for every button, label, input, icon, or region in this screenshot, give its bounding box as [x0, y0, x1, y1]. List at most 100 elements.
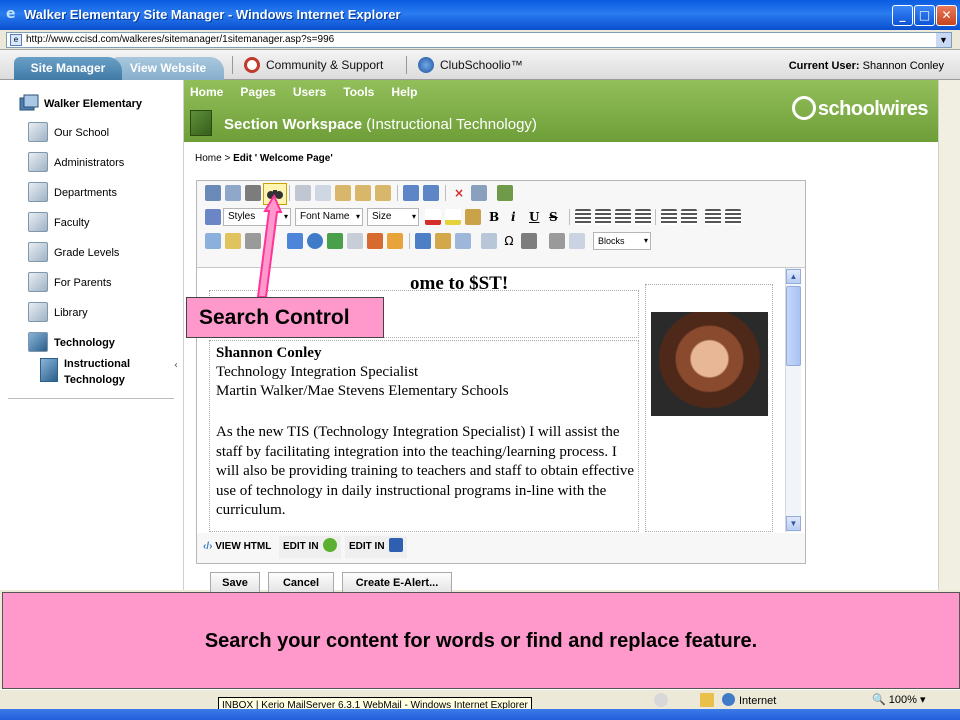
delete-icon[interactable]: ×	[451, 185, 467, 201]
cut-icon[interactable]	[295, 185, 311, 201]
paste-word-icon[interactable]	[375, 185, 391, 201]
hr-icon[interactable]	[549, 233, 565, 249]
minimize-button[interactable]: _	[892, 5, 913, 26]
numbered-list-icon[interactable]	[661, 209, 677, 225]
accessibility-icon[interactable]	[521, 233, 537, 249]
menu-help[interactable]: Help	[391, 85, 417, 99]
sidebar-item-departments[interactable]: Departments	[28, 182, 117, 202]
collapse-sidebar-icon[interactable]: ‹	[174, 360, 178, 371]
table-edit-icon[interactable]	[435, 233, 451, 249]
page-scrollbar[interactable]	[938, 80, 960, 590]
font-name-select[interactable]: Font Name ▾	[295, 208, 363, 226]
select-all-icon[interactable]	[471, 185, 487, 201]
italic-button[interactable]: i	[511, 209, 516, 225]
save-button[interactable]: Save	[210, 572, 260, 594]
edit-icon[interactable]	[225, 233, 241, 249]
format-painter-icon[interactable]	[465, 209, 481, 225]
toolbar-separator	[655, 209, 656, 225]
symbol-icon[interactable]: Ω	[501, 233, 517, 249]
justify-icon[interactable]	[635, 209, 651, 225]
strikethrough-button[interactable]: S	[549, 209, 558, 225]
sidebar-item-library[interactable]: Library	[28, 302, 88, 322]
menu-tools[interactable]: Tools	[343, 85, 374, 99]
edit-in-designer-tab[interactable]: EDIT IN	[279, 536, 341, 558]
link-icon[interactable]	[287, 233, 303, 249]
sidebar-item-label: Our School	[54, 127, 110, 139]
undo-icon[interactable]	[403, 185, 419, 201]
scroll-down-icon[interactable]: ▼	[786, 516, 801, 531]
attachment-icon[interactable]	[245, 233, 261, 249]
close-button[interactable]: ✕	[936, 5, 957, 26]
template-icon[interactable]	[497, 185, 513, 201]
sidebar-item-our-school[interactable]: Our School	[28, 122, 109, 142]
zoom-control[interactable]: 🔍 100% ▾	[872, 693, 926, 706]
table-cell-icon[interactable]	[455, 233, 471, 249]
underline-button[interactable]: U	[529, 209, 539, 225]
search-button[interactable]	[263, 183, 287, 205]
bold-button[interactable]: B	[489, 209, 499, 225]
outdent-icon[interactable]	[725, 209, 741, 225]
document-icon[interactable]	[387, 233, 403, 249]
media-icon[interactable]	[327, 233, 343, 249]
clubschoolio-link[interactable]: ClubSchoolio™	[418, 57, 523, 73]
create-e-alert-button[interactable]: Create E-Alert...	[342, 572, 452, 594]
sidebar-item-label: Faculty	[54, 217, 90, 229]
spellcheck-icon[interactable]	[205, 185, 221, 201]
tab-view-website[interactable]: View Website	[112, 57, 224, 80]
cancel-button[interactable]: Cancel	[268, 572, 334, 594]
scroll-thumb[interactable]	[786, 286, 801, 366]
form-icon[interactable]	[205, 233, 221, 249]
globe-icon[interactable]	[307, 233, 323, 249]
image-properties-icon[interactable]	[481, 233, 497, 249]
style-icon[interactable]	[205, 209, 221, 225]
sidebar-item-grade-levels[interactable]: Grade Levels	[28, 242, 119, 262]
align-center-icon[interactable]	[595, 209, 611, 225]
align-left-icon[interactable]	[575, 209, 591, 225]
preview-icon[interactable]	[225, 185, 241, 201]
current-user: Current User: Shannon Conley	[789, 60, 944, 72]
copy-icon[interactable]	[315, 185, 331, 201]
sidebar-item-technology[interactable]: Technology	[28, 332, 115, 352]
print-icon[interactable]	[245, 185, 261, 201]
menu-pages[interactable]: Pages	[240, 85, 275, 99]
eraser-icon[interactable]	[569, 233, 585, 249]
sidebar-item-for-parents[interactable]: For Parents	[28, 272, 111, 292]
table-icon[interactable]	[415, 233, 431, 249]
view-html-tab[interactable]: ‹/› VIEW HTML	[199, 536, 275, 558]
indent-icon[interactable]	[705, 209, 721, 225]
menu-home[interactable]: Home	[190, 85, 223, 99]
align-right-icon[interactable]	[615, 209, 631, 225]
url-field[interactable]: e http://www.ccisd.com/walkeres/sitemana…	[6, 32, 952, 48]
privacy-icon[interactable]	[654, 693, 668, 707]
bulleted-list-icon[interactable]	[681, 209, 697, 225]
sidebar-root[interactable]: Walker Elementary	[18, 94, 142, 112]
sidebar-item-instructional-technology[interactable]: Instructional Technology	[40, 356, 154, 388]
flash-icon[interactable]	[367, 233, 383, 249]
tab-site-manager[interactable]: Site Manager	[14, 57, 122, 80]
editor-scrollbar[interactable]: ▲ ▼	[785, 268, 801, 532]
sidebar-item-administrators[interactable]: Administrators	[28, 152, 124, 172]
internet-zone: Internet	[722, 693, 776, 707]
toolbar-row-2: Styles ▾ Font Name ▾ Size ▾ B i U S	[201, 207, 801, 229]
breadcrumb-home[interactable]: Home	[195, 153, 222, 164]
scroll-up-icon[interactable]: ▲	[786, 269, 801, 284]
menu-users[interactable]: Users	[293, 85, 326, 99]
styles-select[interactable]: Styles ▾	[223, 208, 291, 226]
folder-icon	[28, 272, 48, 292]
redo-icon[interactable]	[423, 185, 439, 201]
folder-icon	[28, 242, 48, 262]
edit-in-ie-tab[interactable]: EDIT IN	[345, 536, 407, 558]
size-select[interactable]: Size ▾	[367, 208, 419, 226]
blocks-select[interactable]: Blocks ▾	[593, 232, 651, 250]
paste-text-icon[interactable]	[355, 185, 371, 201]
toolbar-separator	[289, 185, 290, 201]
font-color-icon[interactable]	[425, 209, 441, 225]
sidebar-item-faculty[interactable]: Faculty	[28, 212, 89, 232]
image-icon[interactable]	[347, 233, 363, 249]
school-icon	[18, 94, 40, 112]
community-support-link[interactable]: Community & Support	[244, 57, 383, 73]
highlight-icon[interactable]	[445, 209, 461, 225]
maximize-button[interactable]: □	[914, 5, 935, 26]
paste-icon[interactable]	[335, 185, 351, 201]
url-dropdown-icon[interactable]: ▼	[936, 33, 951, 47]
